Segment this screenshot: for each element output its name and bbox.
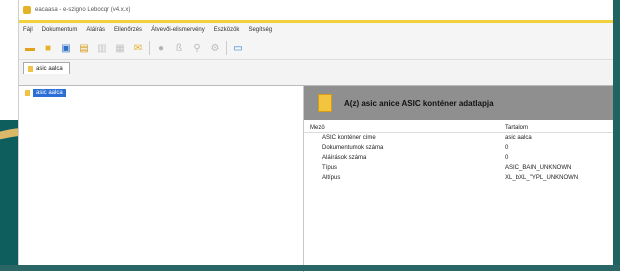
grid-header: Mezö Tartalom bbox=[304, 124, 613, 133]
column-header-name[interactable]: Mezö bbox=[310, 125, 505, 131]
app-icon bbox=[23, 6, 31, 14]
table-row[interactable]: Altípus XL_bXL_"YPL_UNKNOWN bbox=[304, 173, 613, 183]
toolbar-separator-2 bbox=[226, 41, 227, 55]
sign-icon[interactable]: ▥ bbox=[95, 41, 109, 55]
row-value: ASIC_BAIN_UNKNOWN bbox=[505, 165, 572, 171]
menu-document[interactable]: Dokumentum bbox=[42, 27, 78, 33]
menu-verify[interactable]: Ellenőrzés bbox=[114, 27, 142, 33]
row-value: XL_bXL_"YPL_UNKNOWN bbox=[505, 175, 579, 181]
row-value: 0 bbox=[505, 145, 509, 151]
tree-node-asic[interactable]: asic aalca bbox=[25, 89, 66, 97]
new-icon[interactable]: ▬ bbox=[23, 41, 37, 55]
details-panel: A(z) asic anice ASIC konténer adatlapja … bbox=[304, 86, 613, 272]
table-row[interactable]: Típus ASIC_BAIN_UNKNOWN bbox=[304, 163, 613, 173]
save-as-icon[interactable]: ▤ bbox=[77, 41, 91, 55]
table-row[interactable]: Aláírások száma 0 bbox=[304, 153, 613, 163]
save-icon[interactable]: ▣ bbox=[59, 41, 73, 55]
details-title: A(z) asic anice ASIC konténer adatlapja bbox=[344, 98, 494, 108]
menu-help[interactable]: Segítség bbox=[248, 27, 272, 33]
row-name: Altípus bbox=[322, 175, 341, 181]
title-bar: eacaasa - e-szigno Lebocqr (v4.x.x) bbox=[19, 0, 613, 23]
menu-file[interactable]: Fájl bbox=[23, 27, 33, 33]
verify-icon[interactable]: ▦ bbox=[113, 41, 127, 55]
table-row[interactable]: Dokumentumok száma 0 bbox=[304, 143, 613, 153]
menu-receipt[interactable]: Átvevői-elismervény bbox=[151, 27, 205, 33]
document-tree: asic aalca bbox=[19, 86, 304, 272]
search-icon[interactable]: ⚲ bbox=[190, 41, 204, 55]
row-name: Dokumentumok száma bbox=[322, 145, 384, 151]
window-title: eacaasa - e-szigno Lebocqr (v4.x.x) bbox=[35, 7, 131, 13]
document-icon bbox=[28, 65, 33, 72]
row-name: Aláírások száma bbox=[322, 155, 367, 161]
view-icon[interactable]: ▭ bbox=[231, 41, 245, 55]
menu-tools[interactable]: Eszközök bbox=[214, 27, 240, 33]
timestamp-icon[interactable]: ● bbox=[154, 41, 168, 55]
tree-node-label: asic aalca bbox=[33, 89, 66, 97]
table-row[interactable]: ASIC konténer címe asic aalca bbox=[304, 133, 613, 143]
details-header: A(z) asic anice ASIC konténer adatlapja bbox=[304, 86, 613, 120]
row-name: Típus bbox=[322, 165, 338, 171]
background-bottom-strip bbox=[0, 265, 620, 271]
toolbar: ▬ ■ ▣ ▤ ▥ ▦ ✉ ● ß ⚲ ⚙ ▭ bbox=[19, 37, 613, 60]
document-icon bbox=[25, 90, 30, 96]
row-value: asic aalca bbox=[505, 135, 532, 141]
document-tabs: asic aalca bbox=[19, 60, 613, 74]
mail-icon[interactable]: ✉ bbox=[131, 41, 145, 55]
app-window: eacaasa - e-szigno Lebocqr (v4.x.x) Fájl… bbox=[18, 0, 613, 272]
properties-grid: Mezö Tartalom ASIC konténer címe asic aa… bbox=[304, 124, 613, 183]
menu-signature[interactable]: Aláírás bbox=[86, 27, 105, 33]
settings-icon[interactable]: ⚙ bbox=[208, 41, 222, 55]
row-name: ASIC konténer címe bbox=[322, 135, 376, 141]
open-folder-icon[interactable]: ■ bbox=[41, 41, 55, 55]
row-value: 0 bbox=[505, 155, 509, 161]
attach-icon[interactable]: ß bbox=[172, 41, 186, 55]
column-header-value[interactable]: Tartalom bbox=[505, 125, 607, 131]
tab-label: asic aalca bbox=[36, 65, 63, 72]
main-content: asic aalca A(z) asic anice ASIC konténer… bbox=[19, 85, 613, 272]
container-icon bbox=[318, 94, 332, 112]
toolbar-separator bbox=[149, 41, 150, 55]
menu-bar: Fájl Dokumentum Aláírás Ellenőrzés Átvev… bbox=[19, 23, 613, 37]
tab-asic[interactable]: asic aalca bbox=[23, 62, 70, 74]
